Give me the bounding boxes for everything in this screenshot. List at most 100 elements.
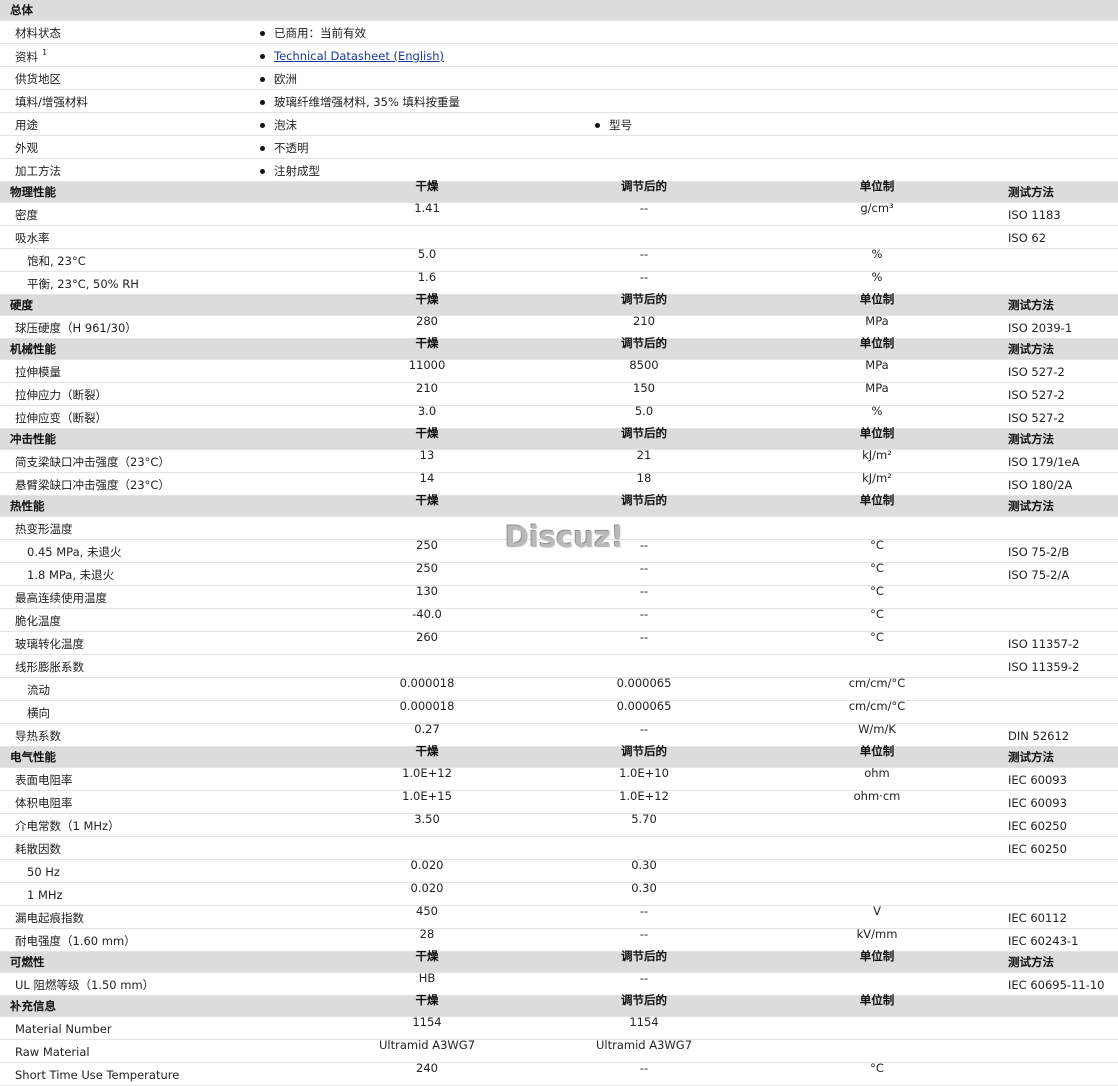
value-conditioned: [590, 522, 910, 536]
property-name: 资料 1: [0, 48, 260, 65]
value-test-method: ISO 75-2/B: [1008, 545, 1070, 559]
value-dry: Ultramid A3WG7: [260, 1038, 590, 1059]
value-unit-text: W/m/K: [858, 722, 896, 736]
value-dry: 250: [260, 561, 590, 582]
property-name: 耐电强度（1.60 mm）: [15, 934, 136, 948]
column-dry: 干燥: [260, 336, 590, 356]
value-dry-text: 0.000018: [399, 699, 455, 713]
value-conditioned: [590, 842, 910, 856]
property-name: 材料状态: [0, 25, 260, 41]
value-test-method: ISO 527-2: [1008, 365, 1065, 379]
property-value: 泡沫: [260, 117, 595, 133]
value-unit-text: %: [871, 270, 883, 284]
general-row: 外观 不透明: [0, 136, 1118, 159]
value-test-method: ISO 527-2: [1008, 411, 1065, 425]
value-dry: [260, 842, 590, 856]
value-unit: °C: [870, 561, 1008, 582]
value-dry-text: 250: [416, 561, 438, 575]
property-name: 球压硬度（H 961/30）: [15, 321, 137, 335]
value-conditioned-text: 1.0E+10: [619, 766, 669, 780]
value-dry: [260, 231, 590, 245]
column-dry: 干燥: [260, 493, 590, 513]
column-test-method: 测试方法: [1008, 342, 1054, 356]
value-conditioned-text: 0.30: [631, 858, 657, 872]
value-dry-text: 28: [419, 927, 435, 941]
property-value-text: 泡沫: [274, 118, 297, 132]
value-conditioned: 5.70: [590, 812, 910, 833]
property-value-text: 欧洲: [274, 72, 297, 86]
value-unit: [910, 842, 1008, 856]
value-unit: [910, 865, 1008, 879]
value-conditioned: Ultramid A3WG7: [590, 1038, 910, 1059]
general-row: 用途 泡沫 型号: [0, 113, 1118, 136]
value-dry: 1.0E+12: [260, 766, 590, 787]
property-value: 玻璃纤维增强材料, 35% 填料按重量: [260, 94, 595, 110]
value-conditioned: 210: [590, 314, 910, 335]
value-unit: MPa: [865, 358, 1008, 379]
column-unit-label: 单位制: [859, 744, 895, 758]
column-dry-label: 干燥: [415, 179, 439, 193]
value-dry-text: 280: [416, 314, 438, 328]
section-header: 冲击性能 干燥 调节后的 单位制 测试方法: [0, 426, 1118, 450]
column-unit: 单位制: [860, 336, 1008, 356]
value-dry: 280: [260, 314, 590, 335]
property-name: 线形膨胀系数: [15, 660, 84, 674]
property-name: 导热系数: [15, 729, 61, 743]
value-unit-text: ohm·cm: [853, 789, 901, 803]
value-conditioned-text: 0.000065: [616, 699, 672, 713]
value-unit: °C: [870, 607, 1008, 628]
value-test-method: ISO 62: [1008, 231, 1047, 245]
value-unit: kJ/m²: [862, 448, 1008, 469]
column-unit-label: 单位制: [859, 179, 895, 193]
column-unit: 单位制: [860, 744, 1008, 764]
property-name-text: 用途: [15, 118, 38, 132]
column-dry-label: 干燥: [415, 949, 439, 963]
column-conditioned-label: 调节后的: [621, 336, 667, 350]
property-row: 50 Hz 0.020 0.30: [0, 858, 1118, 883]
value-unit-text: kJ/m²: [862, 448, 892, 462]
value-unit-text: MPa: [865, 381, 889, 395]
value-dry: 210: [260, 381, 590, 402]
value-dry: 0.020: [260, 858, 590, 879]
column-dry-label: 干燥: [415, 292, 439, 306]
value-conditioned: --: [590, 247, 910, 268]
value-dry-text: 450: [416, 904, 438, 918]
value-conditioned-text: 5.0: [634, 404, 654, 418]
value-conditioned-text: --: [639, 607, 649, 621]
value-dry-text: 1.41: [414, 201, 440, 215]
value-conditioned: --: [590, 630, 910, 651]
property-row: 饱和, 23°C 5.0 --%: [0, 247, 1118, 272]
value-unit: [910, 231, 1008, 245]
value-dry: 260: [260, 630, 590, 651]
value-conditioned-text: --: [639, 247, 649, 261]
value-unit-text: MPa: [865, 314, 889, 328]
value-conditioned: --: [590, 561, 910, 582]
value-dry: 0.000018: [260, 699, 590, 720]
value-unit-text: ohm: [864, 766, 890, 780]
value-dry-text: 1.0E+12: [402, 766, 452, 780]
value-unit: %: [872, 247, 1008, 268]
column-test-method: 测试方法: [1008, 499, 1054, 513]
property-name: 横向: [27, 706, 50, 720]
property-row: 最高连续使用温度 130 -- °C: [0, 584, 1118, 609]
value-unit: W/m/K: [858, 722, 1008, 743]
property-name: 填料/增强材料: [0, 94, 260, 110]
value-conditioned-text: 150: [633, 381, 655, 395]
value-dry: [260, 660, 590, 674]
value-unit: MPa: [865, 381, 1008, 402]
column-conditioned-label: 调节后的: [621, 179, 667, 193]
bullet-icon: [260, 145, 265, 151]
value-conditioned-text: --: [639, 538, 649, 552]
value-dry-text: 3.50: [414, 812, 440, 826]
property-row: 平衡, 23°C, 50% RH 1.6 --%: [0, 270, 1118, 295]
value-unit-text: °C: [870, 561, 884, 575]
property-row: 吸水率 ISO 62: [0, 226, 1118, 249]
value-dry-text: HB: [418, 971, 436, 985]
value-conditioned: --: [590, 270, 910, 291]
column-test-method: 测试方法: [1008, 298, 1054, 312]
value-conditioned: 8500: [590, 358, 910, 379]
datasheet-link[interactable]: Technical Datasheet (English): [274, 49, 444, 63]
value-test-method: IEC 60695-11-10: [1008, 978, 1105, 992]
property-name: 悬臂梁缺口冲击强度（23°C）: [15, 478, 170, 492]
value-dry-text: Ultramid A3WG7: [378, 1038, 476, 1052]
